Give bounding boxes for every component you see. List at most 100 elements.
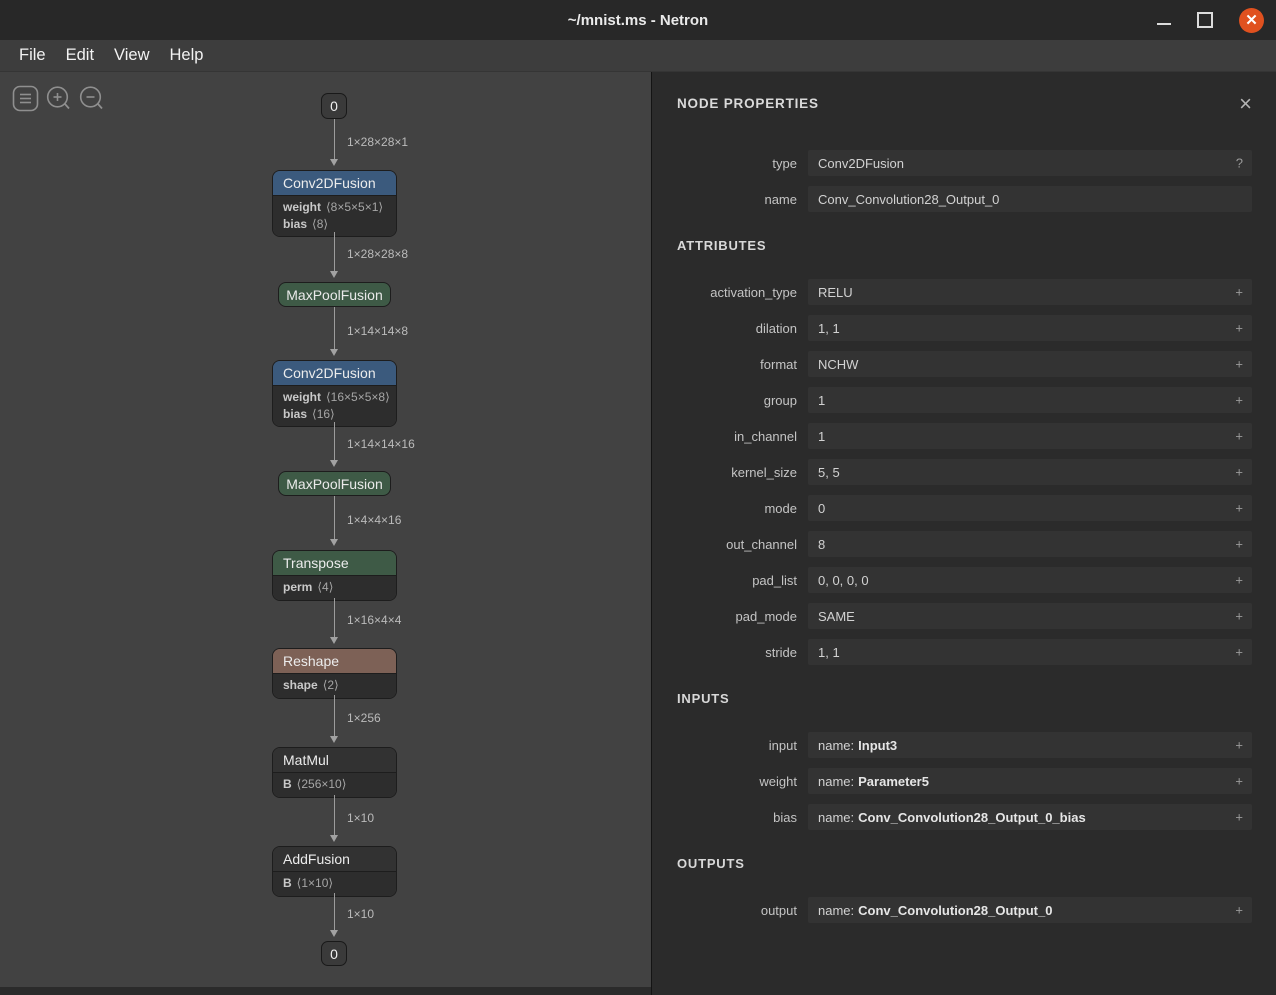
expand-icon[interactable]: + <box>1235 321 1243 336</box>
expand-icon[interactable]: + <box>1235 609 1243 624</box>
property-label: in_channel <box>677 429 797 444</box>
value-prefix: name: <box>818 774 854 789</box>
property-label: kernel_size <box>677 465 797 480</box>
property-row-pad_list: pad_list0, 0, 0, 0+ <box>677 567 1252 593</box>
maximize-button[interactable] <box>1197 12 1213 28</box>
menu-bar: FileEditViewHelp <box>0 40 1276 72</box>
property-value-field[interactable]: 8+ <box>808 531 1252 557</box>
property-row-group: group1+ <box>677 387 1252 413</box>
property-row-out_channel: out_channel8+ <box>677 531 1252 557</box>
node-title: Reshape <box>273 649 396 674</box>
param-name: B <box>283 777 292 791</box>
title-bar: ~/mnist.ms - Netron ✕ <box>0 0 1276 40</box>
graph-node-conv2dfusion[interactable]: Conv2DFusionweight⟨8×5×5×1⟩bias⟨8⟩ <box>272 170 397 237</box>
graph-node-0[interactable]: 0 <box>321 941 347 966</box>
property-row-activation_type: activation_typeRELU+ <box>677 279 1252 305</box>
close-icon[interactable]: × <box>1239 96 1252 112</box>
edge-line <box>334 893 335 931</box>
value-text: 5, 5 <box>818 465 840 480</box>
property-label: weight <box>677 774 797 789</box>
property-value-field[interactable]: 5, 5 + <box>808 459 1252 485</box>
expand-icon[interactable]: + <box>1235 573 1243 588</box>
graph-canvas[interactable]: 0Conv2DFusionweight⟨8×5×5×1⟩bias⟨8⟩MaxPo… <box>0 72 652 995</box>
expand-icon[interactable]: + <box>1235 393 1243 408</box>
value-text: Conv_Convolution28_Output_0 <box>818 192 999 207</box>
expand-icon[interactable]: + <box>1235 645 1243 660</box>
property-value-field[interactable]: name:Input3+ <box>808 732 1252 758</box>
menu-view[interactable]: View <box>104 44 159 67</box>
edge-shape-label: 1×10 <box>347 811 374 825</box>
property-row-kernel_size: kernel_size 5, 5 + <box>677 459 1252 485</box>
property-row-mode: mode 0+ <box>677 495 1252 521</box>
zoom-out-button[interactable] <box>78 85 105 112</box>
param-name: weight <box>283 200 321 214</box>
property-value-field[interactable]: name:Parameter5+ <box>808 768 1252 794</box>
expand-icon[interactable]: + <box>1235 537 1243 552</box>
edge-arrowhead-icon <box>330 736 338 743</box>
graph-node-addfusion[interactable]: AddFusionB⟨1×10⟩ <box>272 846 397 897</box>
edge-arrowhead-icon <box>330 539 338 546</box>
value-text: 8 <box>818 537 825 552</box>
menu-help[interactable]: Help <box>160 44 214 67</box>
property-row-bias: bias name:Conv_Convolution28_Output_0_bia… <box>677 804 1252 830</box>
node-params: weight⟨16×5×5×8⟩bias⟨16⟩ <box>273 386 396 426</box>
graph-node-0[interactable]: 0 <box>321 93 347 119</box>
property-value-field[interactable]: name:Conv_Convolution28_Output_0_bias+ <box>808 804 1252 830</box>
expand-icon[interactable]: + <box>1235 738 1243 753</box>
edge-line <box>334 307 335 350</box>
param-shape: ⟨1×10⟩ <box>297 876 333 890</box>
node-title: Transpose <box>273 551 396 576</box>
graph-node-transpose[interactable]: Transposeperm⟨4⟩ <box>272 550 397 601</box>
menu-file[interactable]: File <box>9 44 56 67</box>
sidebar-toggle-button[interactable] <box>12 85 39 112</box>
help-icon[interactable]: ? <box>1236 156 1243 171</box>
edge-shape-label: 1×28×28×1 <box>347 135 408 149</box>
graph-node-conv2dfusion[interactable]: Conv2DFusionweight⟨16×5×5×8⟩bias⟨16⟩ <box>272 360 397 427</box>
edge-shape-label: 1×14×14×8 <box>347 324 408 338</box>
expand-icon[interactable]: + <box>1235 501 1243 516</box>
window-bottom-edge <box>0 987 651 995</box>
expand-icon[interactable]: + <box>1235 429 1243 444</box>
close-button[interactable]: ✕ <box>1239 8 1264 33</box>
zoom-in-button[interactable] <box>45 85 72 112</box>
content: 0Conv2DFusionweight⟨8×5×5×1⟩bias⟨8⟩MaxPo… <box>0 72 1276 995</box>
expand-icon[interactable]: + <box>1235 810 1243 825</box>
property-label: mode <box>677 501 797 516</box>
property-label: bias <box>677 810 797 825</box>
graph-node-maxpoolfusion[interactable]: MaxPoolFusion <box>278 471 391 496</box>
property-value-field[interactable]: name:Conv_Convolution28_Output_0+ <box>808 897 1252 923</box>
property-value-field[interactable]: 1, 1+ <box>808 315 1252 341</box>
minimize-button[interactable] <box>1157 23 1171 25</box>
value-prefix: name: <box>818 810 854 825</box>
graph-node-matmul[interactable]: MatMulB⟨256×10⟩ <box>272 747 397 798</box>
property-value-field[interactable]: RELU+ <box>808 279 1252 305</box>
expand-icon[interactable]: + <box>1235 903 1243 918</box>
property-value-field[interactable]: 0+ <box>808 495 1252 521</box>
node-params: B⟨256×10⟩ <box>273 773 396 797</box>
property-value-field[interactable]: Conv_Convolution28_Output_0 <box>808 186 1252 212</box>
expand-icon[interactable]: + <box>1235 357 1243 372</box>
node-param: B⟨256×10⟩ <box>283 776 386 793</box>
edge-line <box>334 795 335 836</box>
node-param: weight ⟨8×5×5×1⟩ <box>283 199 386 216</box>
property-value-field[interactable]: NCHW+ <box>808 351 1252 377</box>
node-param: B⟨1×10⟩ <box>283 875 386 892</box>
menu-edit[interactable]: Edit <box>56 44 104 67</box>
property-value-field[interactable]: Conv2DFusion? <box>808 150 1252 176</box>
property-value-field[interactable]: 1+ <box>808 387 1252 413</box>
param-shape: ⟨8×5×5×1⟩ <box>326 200 383 214</box>
edge-shape-label: 1×16×4×4 <box>347 613 401 627</box>
property-label: format <box>677 357 797 372</box>
property-value-field[interactable]: 1, 1+ <box>808 639 1252 665</box>
graph-node-maxpoolfusion[interactable]: MaxPoolFusion <box>278 282 391 307</box>
property-row-in_channel: in_channel 1+ <box>677 423 1252 449</box>
expand-icon[interactable]: + <box>1235 774 1243 789</box>
expand-icon[interactable]: + <box>1235 285 1243 300</box>
property-value-field[interactable]: SAME+ <box>808 603 1252 629</box>
property-value-field[interactable]: 0, 0, 0, 0+ <box>808 567 1252 593</box>
property-value-field[interactable]: 1+ <box>808 423 1252 449</box>
graph-node-reshape[interactable]: Reshapeshape⟨2⟩ <box>272 648 397 699</box>
value-prefix: name: <box>818 738 854 753</box>
value-prefix: name: <box>818 903 854 918</box>
expand-icon[interactable]: + <box>1235 465 1243 480</box>
